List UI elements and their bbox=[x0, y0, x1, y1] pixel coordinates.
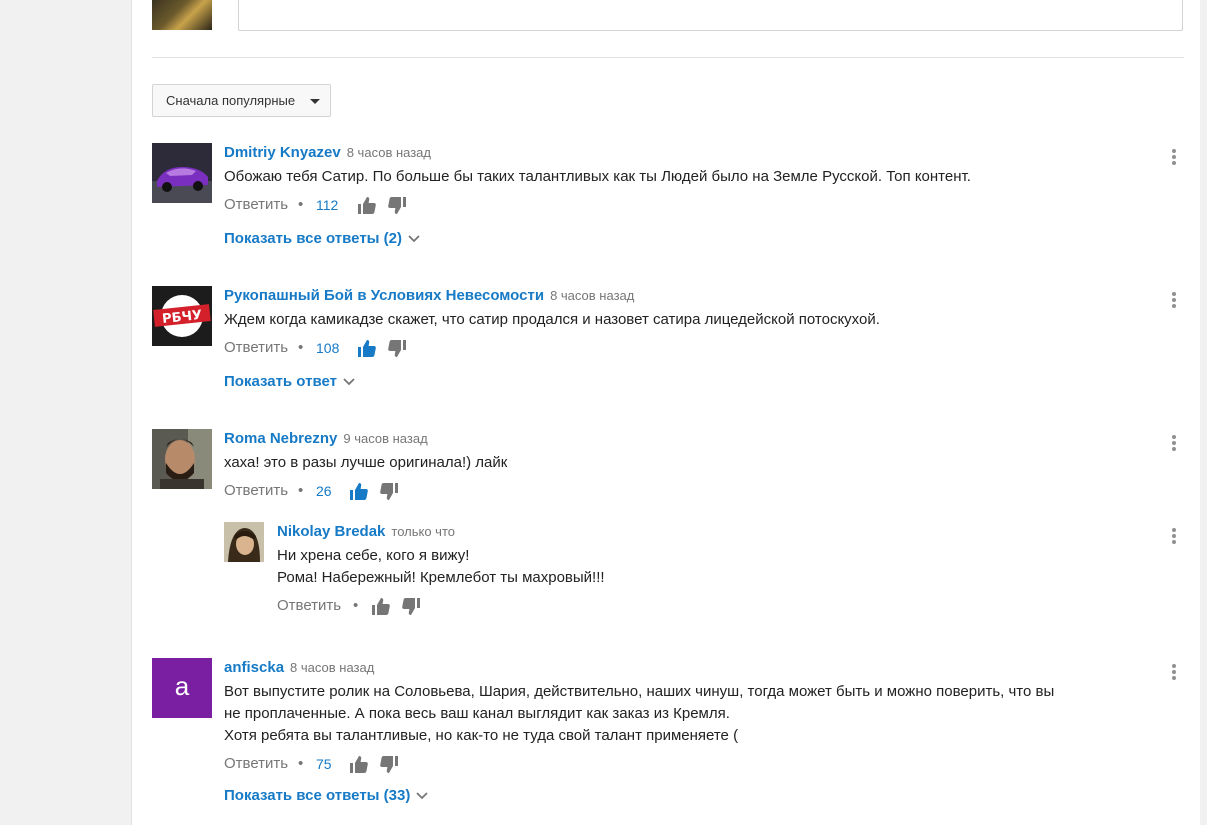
comment-author[interactable]: Nikolay Bredak bbox=[277, 523, 385, 540]
comment-body: anfiscka 8 часов назад Вот выпустите роли… bbox=[224, 658, 1192, 775]
comment-actions: Ответить • 112 bbox=[224, 194, 1192, 216]
comment-text-line: Вот выпустите ролик на Соловьева, Шария,… bbox=[224, 683, 1055, 700]
comment-time[interactable]: только что bbox=[391, 524, 455, 539]
comment-actions: Ответить • 26 bbox=[224, 480, 1192, 502]
thumb-down-icon[interactable] bbox=[380, 756, 398, 773]
separator-dot: • bbox=[298, 339, 304, 356]
separator-dot: • bbox=[353, 597, 359, 614]
comment-text: Ждем когда камикадзе скажет, что сатир п… bbox=[224, 311, 880, 328]
comment-actions: Ответить • 108 bbox=[224, 337, 1192, 359]
thumb-down-icon[interactable] bbox=[388, 340, 406, 357]
comment-actions: Ответить • 75 bbox=[224, 753, 1192, 775]
comment-author[interactable]: Рукопашный Бой в Условиях Невесомости bbox=[224, 287, 544, 304]
reply-button[interactable]: Ответить bbox=[224, 194, 288, 216]
sort-dropdown-button[interactable]: Сначала популярные bbox=[152, 84, 331, 117]
separator-dot: • bbox=[298, 482, 304, 499]
comments-panel: Сначала популярные Dmitriy Knyazev 8 часо… bbox=[131, 0, 1202, 825]
comment-text: Вот выпустите ролик на Соловьева, Шария,… bbox=[224, 681, 1192, 747]
comment-body: Dmitriy Knyazev 8 часов назад Обожаю тебя… bbox=[224, 143, 1192, 216]
avatar[interactable] bbox=[152, 143, 212, 203]
like-count: 75 bbox=[316, 756, 332, 772]
comment-time[interactable]: 8 часов назад bbox=[550, 288, 634, 303]
separator-dot: • bbox=[298, 196, 304, 213]
like-count: 108 bbox=[316, 340, 340, 356]
chevron-down-icon bbox=[416, 786, 428, 806]
comment-author[interactable]: anfiscka bbox=[224, 659, 284, 676]
divider bbox=[152, 57, 1184, 58]
more-vert-icon[interactable] bbox=[1171, 149, 1177, 167]
show-replies-button[interactable]: Показать все ответы (33) bbox=[224, 786, 428, 806]
reply-button[interactable]: Ответить bbox=[224, 337, 288, 359]
show-replies-button[interactable]: Показать все ответы (2) bbox=[224, 229, 420, 249]
separator-dot: • bbox=[298, 755, 304, 772]
comment-actions: Ответить • bbox=[277, 595, 1192, 617]
thumb-up-icon[interactable] bbox=[358, 197, 376, 214]
comment-text-line: Рома! Набережный! Кремлебот ты махровый!… bbox=[277, 569, 605, 586]
show-replies-label: Показать все ответы (33) bbox=[224, 787, 411, 804]
more-vert-icon[interactable] bbox=[1171, 435, 1177, 453]
comment-time[interactable]: 9 часов назад bbox=[343, 431, 427, 446]
avatar-letter: a bbox=[152, 658, 212, 718]
reply-body: Nikolay Bredak только что Ни хрена себе, … bbox=[277, 522, 1192, 617]
comment-text-line: не проплаченные. А пока весь ваш канал в… bbox=[224, 705, 730, 722]
show-replies-label: Показать все ответы (2) bbox=[224, 230, 402, 247]
comment-body: Roma Nebrezny 9 часов назад хаха! это в р… bbox=[224, 429, 1192, 502]
more-vert-icon[interactable] bbox=[1171, 528, 1177, 546]
thumb-down-icon[interactable] bbox=[380, 483, 398, 500]
reply-button[interactable]: Ответить bbox=[224, 753, 288, 775]
comment-input[interactable] bbox=[238, 0, 1183, 31]
avatar[interactable] bbox=[224, 522, 264, 562]
reply-button[interactable]: Ответить bbox=[277, 595, 341, 617]
avatar[interactable]: a bbox=[152, 658, 212, 718]
comment-time[interactable]: 8 часов назад bbox=[290, 660, 374, 675]
comment-body: Рукопашный Бой в Условиях Невесомости 8 ч… bbox=[224, 286, 1192, 359]
show-replies-label: Показать ответ bbox=[224, 373, 337, 390]
current-user-avatar bbox=[152, 0, 212, 30]
comment-text-line: Хотя ребята вы талантливые, но как-то не… bbox=[224, 727, 739, 744]
thumb-up-icon[interactable] bbox=[350, 483, 368, 500]
avatar[interactable]: РБЧУ bbox=[152, 286, 212, 346]
comment-text: хаха! это в разы лучше оригинала!) лайк bbox=[224, 454, 508, 471]
sort-label: Сначала популярные bbox=[166, 93, 296, 108]
chevron-down-icon bbox=[343, 372, 355, 392]
avatar[interactable] bbox=[152, 429, 212, 489]
more-vert-icon[interactable] bbox=[1171, 664, 1177, 682]
show-replies-button[interactable]: Показать ответ bbox=[224, 372, 355, 392]
comment-text: Обожаю тебя Сатир. По больше бы таких та… bbox=[224, 168, 971, 185]
comment-author[interactable]: Roma Nebrezny bbox=[224, 430, 337, 447]
comment-text: Ни хрена себе, кого я вижу! Рома! Набере… bbox=[277, 545, 1192, 589]
caret-down-icon bbox=[310, 99, 320, 104]
page-background-edge bbox=[1200, 0, 1207, 825]
thumb-down-icon[interactable] bbox=[388, 197, 406, 214]
comment-text-line: Ни хрена себе, кого я вижу! bbox=[277, 547, 470, 564]
reply-button[interactable]: Ответить bbox=[224, 480, 288, 502]
like-count: 112 bbox=[316, 197, 339, 213]
thumb-up-icon[interactable] bbox=[350, 756, 368, 773]
chevron-down-icon bbox=[408, 229, 420, 249]
comment-time[interactable]: 8 часов назад bbox=[347, 145, 431, 160]
comment-author[interactable]: Dmitriy Knyazev bbox=[224, 144, 341, 161]
like-count: 26 bbox=[316, 483, 332, 499]
more-vert-icon[interactable] bbox=[1171, 292, 1177, 310]
thumb-up-icon[interactable] bbox=[358, 340, 376, 357]
thumb-down-icon[interactable] bbox=[402, 598, 420, 615]
thumb-up-icon[interactable] bbox=[372, 598, 390, 615]
